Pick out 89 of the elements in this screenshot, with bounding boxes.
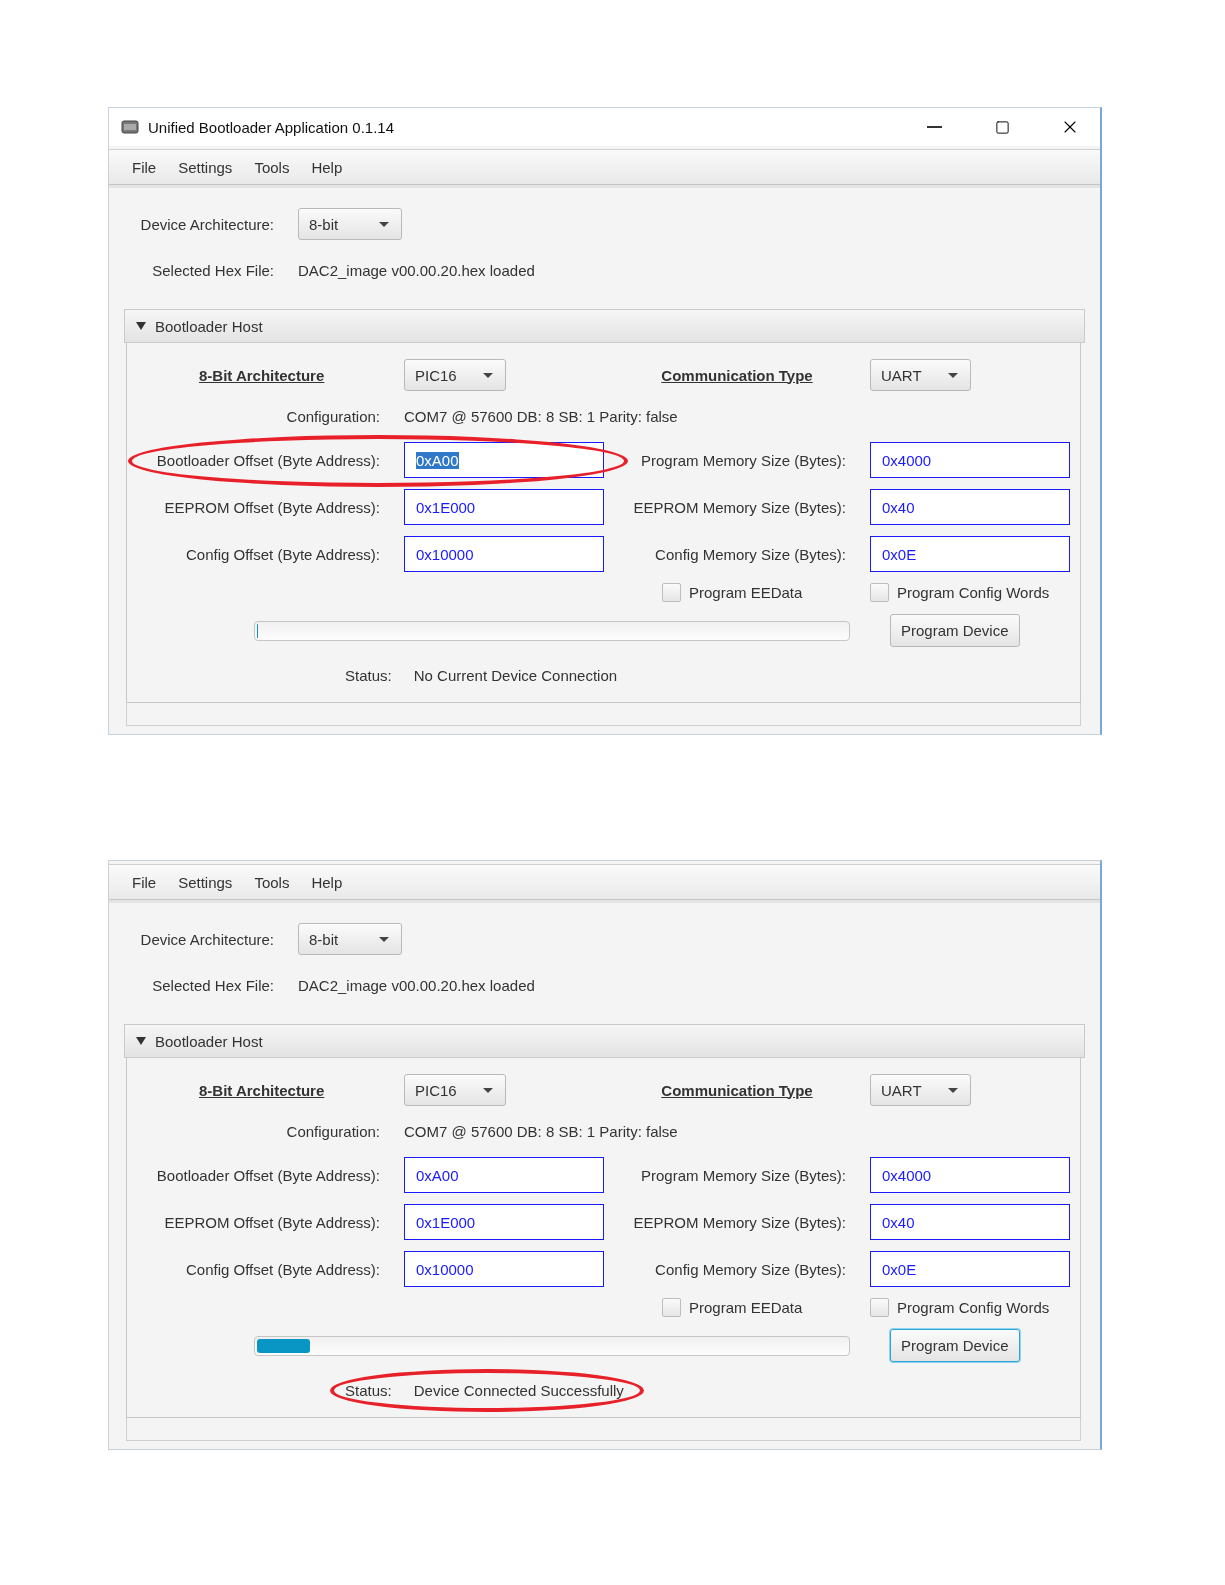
field-label: Configuration: <box>285 408 380 425</box>
field-label: EEPROM Offset (Byte Address): <box>163 498 380 516</box>
caret-icon <box>948 1087 958 1093</box>
field-value: 0x10000 <box>416 545 474 563</box>
input-field[interactable]: 0x0E <box>870 536 1070 572</box>
input-field[interactable]: 0x4000 <box>870 1157 1070 1193</box>
field-label: Device Architecture: <box>139 930 274 948</box>
section-heading: Communication Type <box>661 1081 813 1099</box>
checkbox[interactable] <box>662 583 681 602</box>
field-label: Configuration: <box>285 1123 380 1140</box>
field-value: 0x4000 <box>882 451 932 469</box>
checkbox[interactable] <box>870 1298 889 1317</box>
field-label: Config Offset (Byte Address): <box>185 1260 380 1278</box>
field-value: 0x40 <box>882 1213 915 1231</box>
field-label: Config Memory Size (Bytes): <box>654 545 846 563</box>
caret-icon <box>379 221 389 227</box>
input-field[interactable]: 0x1E000 <box>404 489 604 525</box>
field-label: Selected Hex File: <box>151 262 274 279</box>
chip-icon <box>120 118 140 136</box>
program-device-button[interactable]: Program Device <box>890 1329 1020 1362</box>
field-label: EEPROM Memory Size (Bytes): <box>632 498 846 516</box>
menu-item[interactable]: Settings <box>167 873 244 891</box>
communication-dropdown[interactable]: UART <box>870 359 971 391</box>
status-label: Status: <box>345 1382 392 1399</box>
field-label: EEPROM Memory Size (Bytes): <box>632 1213 846 1231</box>
minimize-icon <box>926 126 942 128</box>
section-heading: Communication Type <box>661 366 813 384</box>
menu-item[interactable]: Tools <box>243 873 301 891</box>
menu-item[interactable]: Settings <box>167 158 244 176</box>
field-label: Config Memory Size (Bytes): <box>654 1260 846 1278</box>
section-header[interactable]: Bootloader Host <box>124 1024 1085 1058</box>
configuration-value: COM7 @ 57600 DB: 8 SB: 1 Parity: false <box>404 1123 679 1140</box>
input-field[interactable]: 0x4000 <box>870 442 1070 478</box>
status-value: Device Connected Successfully <box>413 1382 624 1399</box>
input-field[interactable]: 0x0E <box>870 1251 1070 1287</box>
input-field[interactable]: 0xA00 <box>404 1157 604 1193</box>
section-heading: 8-Bit Architecture <box>199 366 325 384</box>
checkbox[interactable] <box>662 1298 681 1317</box>
checkbox-label: Program Config Words <box>897 584 1050 601</box>
input-field[interactable]: 0xA00 <box>404 442 604 478</box>
menu-item[interactable]: File <box>121 158 168 176</box>
checkbox-label: Program Config Words <box>897 1299 1050 1316</box>
status-label: Status: <box>345 667 392 684</box>
input-field[interactable]: 0x10000 <box>404 536 604 572</box>
field-label: Config Offset (Byte Address): <box>185 545 380 563</box>
field-value: 0x10000 <box>416 1260 474 1278</box>
caret-icon <box>379 936 389 942</box>
field-label: Program Memory Size (Bytes): <box>639 1166 846 1184</box>
maximize-icon <box>994 119 1010 135</box>
section-heading: 8-Bit Architecture <box>199 1081 325 1099</box>
caret-icon <box>483 372 493 378</box>
window-title: Unified Bootloader Application 0.1.14 <box>148 118 395 136</box>
menu-item[interactable]: Help <box>300 873 354 891</box>
input-field[interactable]: 0x40 <box>870 1204 1070 1240</box>
field-value: 0x0E <box>882 1260 917 1278</box>
field-label: EEPROM Offset (Byte Address): <box>163 1213 380 1231</box>
field-value: 0x1E000 <box>416 498 476 516</box>
communication-dropdown[interactable]: UART <box>870 1074 971 1106</box>
field-value: 0xA00 <box>416 451 459 469</box>
status-value: No Current Device Connection <box>413 667 618 684</box>
architecture-dropdown[interactable]: 8-bit <box>298 208 402 240</box>
field-value: 0x4000 <box>882 1166 932 1184</box>
program-device-button[interactable]: Program Device <box>890 614 1020 647</box>
device-family-dropdown[interactable]: PIC16 <box>404 1074 506 1106</box>
caret-icon <box>483 1087 493 1093</box>
checkbox-label: Program EEData <box>689 584 803 601</box>
architecture-dropdown[interactable]: 8-bit <box>298 923 402 955</box>
input-field[interactable]: 0x40 <box>870 489 1070 525</box>
field-value: 0x1E000 <box>416 1213 476 1231</box>
menu-item[interactable]: File <box>121 873 168 891</box>
checkbox[interactable] <box>870 583 889 602</box>
hex-file-name: DAC2_image v00.00.20.hex loaded <box>298 977 536 994</box>
caret-icon <box>948 372 958 378</box>
input-field[interactable]: 0x1E000 <box>404 1204 604 1240</box>
field-value: 0x40 <box>882 498 915 516</box>
field-value: 0xA00 <box>416 1166 459 1184</box>
device-family-dropdown[interactable]: PIC16 <box>404 359 506 391</box>
field-label: Bootloader Offset (Byte Address): <box>155 1166 380 1184</box>
field-label: Device Architecture: <box>139 215 274 233</box>
field-value: 0x0E <box>882 545 917 563</box>
menu-item[interactable]: Tools <box>243 158 301 176</box>
field-label: Program Memory Size (Bytes): <box>639 451 846 469</box>
hex-file-name: DAC2_image v00.00.20.hex loaded <box>298 262 536 279</box>
field-label: Selected Hex File: <box>151 977 274 994</box>
checkbox-label: Program EEData <box>689 1299 803 1316</box>
menu-item[interactable]: Help <box>300 158 354 176</box>
configuration-value: COM7 @ 57600 DB: 8 SB: 1 Parity: false <box>404 408 679 425</box>
section-header[interactable]: Bootloader Host <box>124 309 1085 343</box>
input-field[interactable]: 0x10000 <box>404 1251 604 1287</box>
